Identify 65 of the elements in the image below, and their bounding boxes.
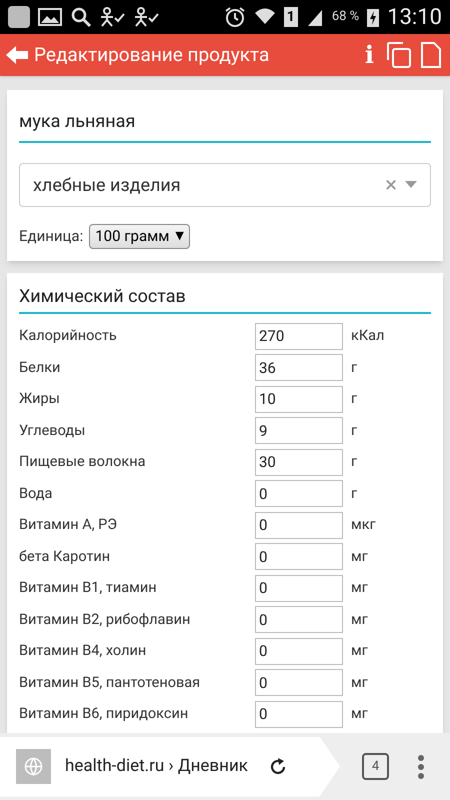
clock: 13:10 — [387, 4, 442, 32]
sim-indicator: 1 — [284, 7, 298, 27]
unit-text: мг — [351, 546, 368, 567]
nutrient-value-field[interactable]: 0 — [255, 574, 343, 602]
nutrient-label: Пищевые волокна — [19, 452, 147, 472]
unit-select[interactable]: 100 грамм ▼ — [89, 224, 190, 248]
nutrient-value-field[interactable]: 0 — [255, 638, 343, 665]
section-title: Химический состав — [19, 282, 431, 314]
person-check-icon — [134, 7, 160, 27]
signal-icon — [306, 8, 324, 26]
nutrient-value-field[interactable]: 270 — [255, 322, 343, 350]
nutrient-label: Витамин В6, пиридоксин — [19, 704, 190, 724]
unit-text: мг — [351, 672, 368, 693]
alarm-icon — [224, 6, 246, 28]
new-page-icon[interactable] — [420, 41, 442, 69]
globe-icon — [16, 749, 51, 784]
nutrient-label: Вода — [19, 484, 54, 504]
nutrient-label: Витамин В1, тиамин — [19, 578, 158, 598]
nutrient-value-field[interactable]: 9 — [255, 417, 343, 444]
nutrient-label: Калорийность — [19, 326, 118, 346]
address-bar[interactable]: health-diet.ru › Дневник — [0, 736, 340, 796]
nutrient-label: Жиры — [19, 389, 61, 410]
unit-text: г — [351, 452, 358, 472]
unit-text: г — [351, 420, 358, 441]
unit-text: мкг — [351, 515, 376, 536]
menu-icon[interactable] — [417, 754, 425, 780]
nutrient-label: Витамин В2, рибофлавин — [19, 610, 192, 630]
nutrient-label: Углеводы — [19, 420, 86, 441]
product-name-field[interactable]: мука льняная — [19, 108, 431, 143]
back-arrow-icon[interactable] — [4, 43, 30, 67]
battery-charging-icon — [367, 7, 380, 27]
unit-text: г — [351, 358, 358, 378]
nutrient-label: Витамин А, РЭ — [19, 515, 118, 536]
page-title: Редактирование продукта — [34, 42, 270, 68]
nutrient-value-field[interactable]: 0 — [255, 606, 343, 634]
unit-text: мг — [351, 704, 368, 724]
nutrient-value-field[interactable]: 0 — [255, 512, 343, 539]
nutrient-value-field[interactable]: 30 — [255, 448, 343, 476]
unit-text: мг — [351, 578, 368, 598]
caret-icon — [405, 181, 417, 189]
nutrient-label: бета Каротин — [19, 546, 112, 567]
tab-count-button[interactable]: 4 — [362, 753, 389, 780]
unit-label: Единица: — [19, 226, 84, 247]
nutrient-label: Белки — [19, 358, 62, 378]
nutrient-value-field[interactable]: 0 — [255, 700, 343, 728]
unit-text: г — [351, 389, 358, 410]
unit-text: мг — [351, 610, 368, 630]
search-icon — [70, 6, 92, 28]
category-select[interactable]: хлебные изделия × — [19, 163, 431, 207]
nutrient-value-field[interactable]: 10 — [255, 386, 343, 413]
unit-text: кКал — [351, 326, 384, 346]
unit-text: г — [351, 484, 358, 504]
nutrient-value-field[interactable]: 36 — [255, 354, 343, 382]
person-check-icon — [100, 7, 126, 27]
nutrient-label: Витамин В5, пантотеновая — [19, 672, 202, 693]
nutrient-label: Витамин В4, холин — [19, 641, 148, 662]
url-text: health-diet.ru › Дневник — [65, 754, 248, 778]
unit-text: мг — [351, 641, 368, 662]
image-icon — [38, 7, 62, 27]
battery-level: 68 % — [332, 8, 360, 26]
nutrient-value-field[interactable]: 0 — [255, 543, 343, 570]
copy-icon[interactable] — [386, 41, 412, 69]
nutrient-value-field[interactable]: 0 — [255, 669, 343, 696]
nutrient-value-field[interactable]: 0 — [255, 480, 343, 508]
info-button[interactable]: i — [364, 37, 374, 73]
